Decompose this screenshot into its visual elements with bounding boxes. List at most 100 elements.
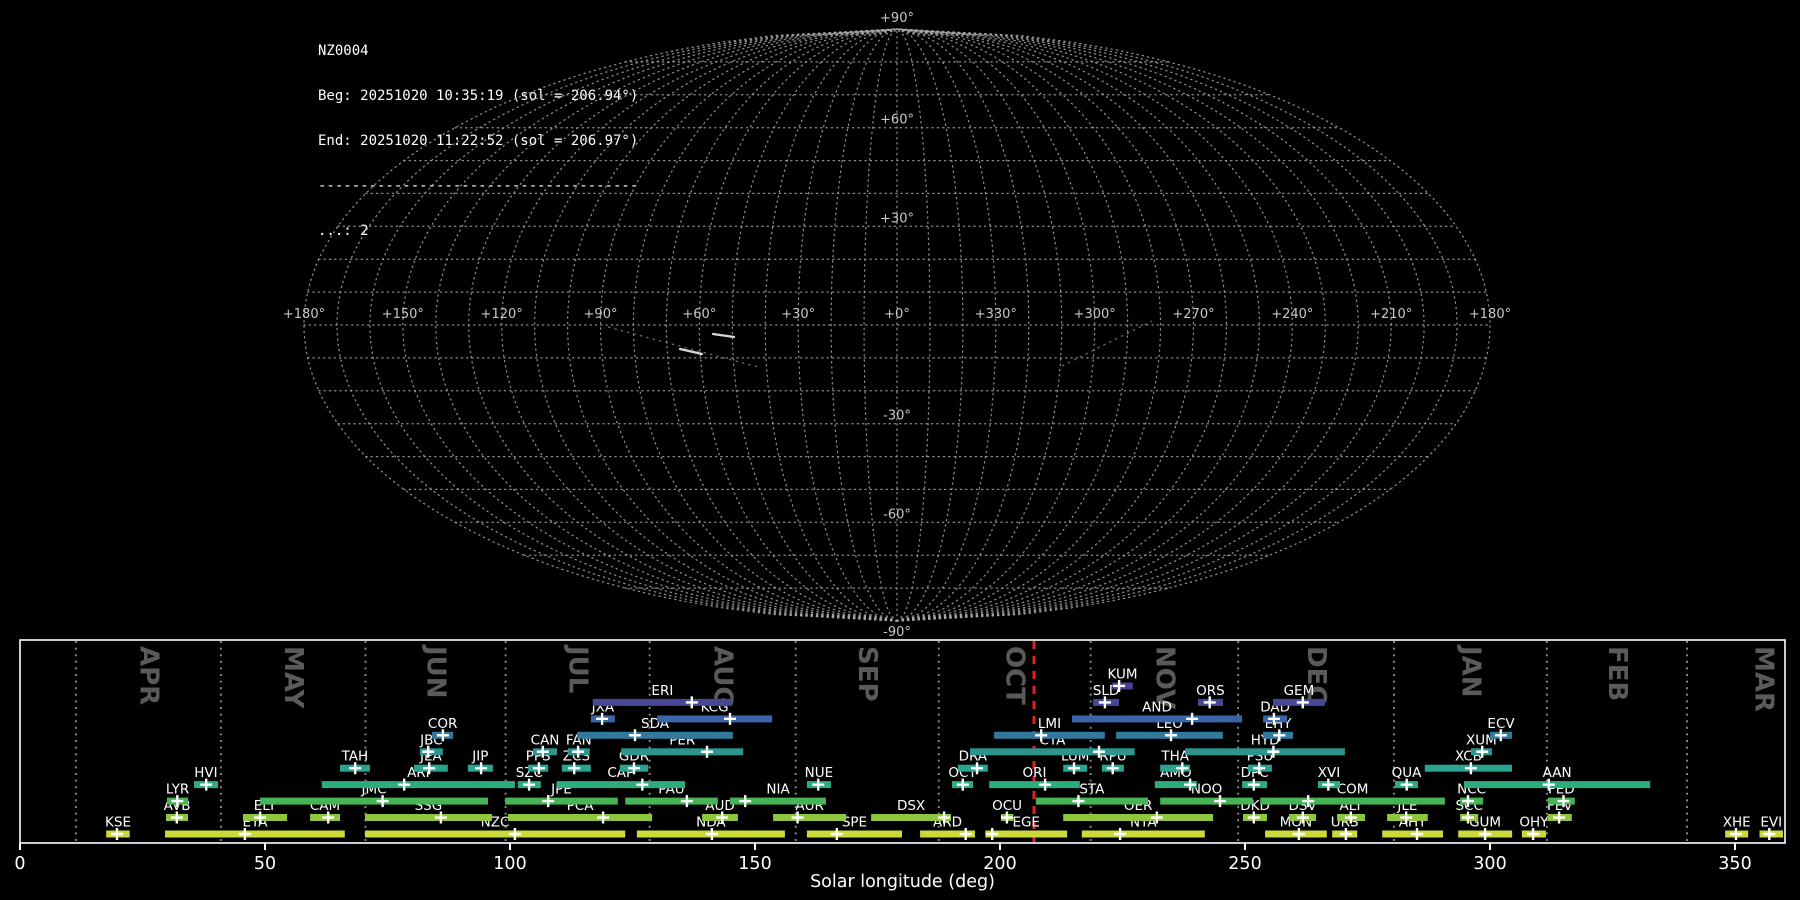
- shower-label: EVI: [1760, 815, 1782, 831]
- axis-tick-label: 350: [1718, 854, 1751, 874]
- month-label: FEB: [1602, 646, 1632, 701]
- shower-label: CAN: [531, 732, 560, 748]
- meteor-trail: [1061, 320, 1153, 367]
- shower-bar: [970, 748, 1135, 756]
- shower-bar: [1072, 715, 1242, 723]
- meteor-track: [711, 332, 736, 339]
- month-label: APR: [133, 646, 163, 705]
- shower-label: OHY: [1519, 815, 1549, 831]
- shower-label: ECV: [1487, 716, 1515, 732]
- axis-tick-label: 50: [254, 854, 276, 874]
- shower-bar: [577, 731, 733, 739]
- month-label: JAN: [1455, 644, 1485, 698]
- longitude-label: +240°: [1271, 307, 1313, 322]
- longitude-label: +150°: [382, 307, 424, 322]
- peak-marker: [986, 828, 999, 840]
- month-label: MAY: [278, 646, 308, 710]
- shower-label: XHE: [1723, 815, 1751, 831]
- meridian-line: [896, 28, 1458, 622]
- longitude-label: +210°: [1370, 307, 1412, 322]
- shower-bar: [1063, 814, 1214, 821]
- shower-label: STA: [1079, 782, 1105, 798]
- shower-label: COR: [428, 716, 457, 732]
- shower-bar: [1464, 781, 1651, 789]
- meridian-line: [896, 28, 1129, 622]
- longitude-label: +180°: [1469, 307, 1511, 322]
- axis-tick-label: 300: [1473, 854, 1506, 874]
- longitude-label: +90°: [584, 307, 618, 322]
- shower-bar: [260, 797, 488, 805]
- shower-bar: [508, 814, 653, 821]
- peak-marker: [685, 696, 698, 709]
- shower-bar: [321, 781, 515, 789]
- shower-label: JIP: [471, 749, 488, 765]
- shower-label: ORS: [1196, 683, 1225, 699]
- month-label: JUN: [421, 644, 451, 699]
- axis-tick-label: 250: [1228, 854, 1261, 874]
- shower-label: ERI: [651, 683, 673, 699]
- shower-label: EGE: [1012, 815, 1040, 831]
- shower-label: HVI: [194, 765, 217, 781]
- month-label: MAR: [1748, 646, 1778, 712]
- latitude-label: +60°: [880, 113, 914, 128]
- shower-label: OCU: [992, 798, 1022, 814]
- shower-bar: [1081, 830, 1205, 838]
- longitude-label: +60°: [682, 307, 716, 322]
- peak-marker: [1186, 712, 1199, 725]
- peak-marker: [508, 828, 521, 840]
- shower-label: KSE: [105, 815, 131, 831]
- shower-bar: [1160, 797, 1253, 805]
- longitude-label: +120°: [481, 307, 523, 322]
- axis-tick-label: 150: [738, 854, 771, 874]
- peak-marker: [701, 745, 713, 758]
- shower-label: AND: [1142, 699, 1172, 715]
- shower-bar: [625, 797, 718, 805]
- shower-label: GEM: [1284, 683, 1315, 699]
- sky-map: +90° +60° +30° -30° -60° -90° +180° +150° +120° +…: [283, 11, 1511, 640]
- latitude-label: -30°: [883, 409, 911, 424]
- peak-marker: [1114, 828, 1127, 840]
- peak-marker: [597, 811, 610, 824]
- meridian-line: [501, 28, 898, 622]
- shower-label: KUM: [1107, 666, 1137, 682]
- axis-title: Solar longitude (deg): [810, 872, 995, 892]
- shower-bar: [556, 781, 685, 789]
- shower-label: LMI: [1038, 716, 1061, 732]
- longitude-label: +300°: [1074, 307, 1116, 322]
- month-label: JUL: [563, 644, 593, 693]
- shower-bar: [657, 715, 773, 723]
- longitude-label: +180°: [283, 307, 325, 322]
- longitude-label: +330°: [975, 307, 1017, 322]
- longitude-label: +270°: [1172, 307, 1214, 322]
- shower-label: XVI: [1318, 765, 1340, 781]
- peak-marker: [636, 778, 649, 791]
- shower-label: QUA: [1392, 765, 1423, 781]
- shower-bar: [1035, 797, 1148, 805]
- shower-bar: [1185, 748, 1345, 756]
- longitude-label: +0°: [884, 307, 910, 322]
- shower-bar: [989, 781, 1080, 789]
- month-label: SEP: [852, 646, 882, 702]
- shower-bar: [505, 797, 618, 805]
- shower-bar: [806, 830, 902, 838]
- meridian-line: [533, 28, 898, 622]
- shower-bar: [365, 814, 492, 821]
- shower-bar: [621, 748, 744, 756]
- shower-label: NIA: [766, 782, 790, 798]
- axis-tick-label: 100: [493, 854, 526, 874]
- latitude-label: -90°: [883, 625, 911, 640]
- shower-bar: [773, 814, 847, 821]
- shower-bar: [1260, 797, 1445, 805]
- meteor-trail: [607, 326, 759, 368]
- shower-label: AAN: [1543, 765, 1572, 781]
- shower-bar: [165, 830, 345, 838]
- shower-label: ORI: [1023, 765, 1047, 781]
- app-window: NZ0004 Beg: 20251020 10:35:19 (sol = 206…: [0, 0, 1800, 900]
- peak-marker: [629, 729, 641, 742]
- month-label: OCT: [1000, 646, 1030, 705]
- sky-map-and-activity-plot: +90° +60° +30° -30° -60° -90° +180° +150° +120° +…: [14, 11, 1786, 892]
- longitude-label: +30°: [781, 307, 815, 322]
- shower-label: COM: [1337, 782, 1369, 798]
- axis-tick-label: 200: [983, 854, 1016, 874]
- axis-tick-label: 0: [14, 854, 25, 874]
